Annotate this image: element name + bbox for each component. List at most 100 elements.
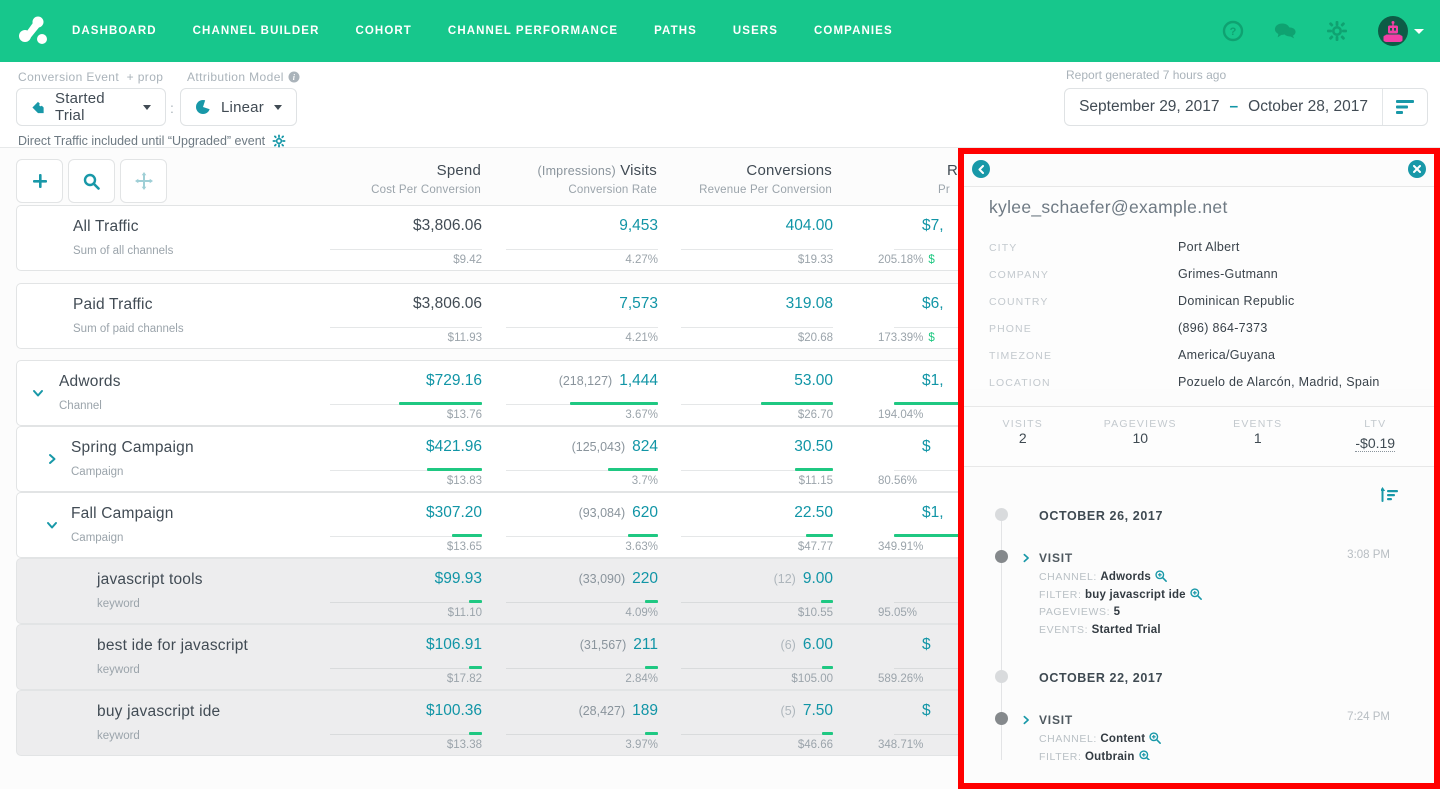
detail-label: CITY bbox=[989, 240, 1178, 254]
timeline-dot bbox=[995, 712, 1008, 725]
settings-gear-icon[interactable] bbox=[272, 134, 286, 148]
nav-item-cohort[interactable]: COHORT bbox=[355, 25, 411, 37]
nav-item-companies[interactable]: COMPANIES bbox=[814, 25, 893, 37]
column-header-conversions[interactable]: Conversions Revenue Per Conversion bbox=[657, 162, 832, 196]
column-header-spend[interactable]: Spend Cost Per Conversion bbox=[331, 162, 481, 196]
user-stats: VISITS 2 PAGEVIEWS 10 EVENTS 1 LTV -$0.1… bbox=[964, 406, 1434, 467]
move-button[interactable] bbox=[120, 159, 167, 203]
date-filter-button[interactable] bbox=[1383, 100, 1427, 114]
info-icon[interactable]: i bbox=[288, 71, 300, 83]
attribution-model-select[interactable]: Linear bbox=[180, 88, 297, 126]
report-generated-label: Report generated 7 hours ago bbox=[1066, 68, 1226, 82]
search-button[interactable] bbox=[68, 159, 115, 203]
visit-detail-line: PAGEVIEWS: 5 bbox=[1039, 605, 1434, 620]
stat-column: VISITS 2 bbox=[964, 418, 1082, 453]
visit-title: VISIT bbox=[1039, 713, 1073, 727]
cell-conversions: (12)9.00$10.55 bbox=[658, 559, 833, 623]
zoom-in-icon[interactable] bbox=[1155, 570, 1167, 582]
cell-visits: (93,084)6203.63% bbox=[483, 493, 658, 557]
filter-separator: : bbox=[170, 100, 174, 116]
user-profile-card: kylee_schaefer@example.net CITY Port Alb… bbox=[964, 186, 1434, 389]
column-header-visits[interactable]: (Impressions) Visits Conversion Rate bbox=[482, 162, 657, 196]
nav-right-cluster: ? bbox=[1222, 16, 1424, 46]
row-type-label: Campaign bbox=[71, 532, 123, 544]
date-separator: – bbox=[1230, 98, 1239, 116]
user-details-list: CITY Port Albert COMPANY Grimes-Gutmann … bbox=[989, 240, 1434, 389]
add-channel-button[interactable] bbox=[16, 159, 63, 203]
back-button[interactable] bbox=[972, 160, 990, 178]
date-range-picker[interactable]: September 29, 2017 – October 28, 2017 bbox=[1064, 88, 1428, 126]
row-type-label: Campaign bbox=[71, 466, 123, 478]
detail-value: Dominican Republic bbox=[1178, 294, 1295, 308]
detail-value: Port Albert bbox=[1178, 240, 1240, 254]
avatar[interactable] bbox=[1378, 16, 1408, 46]
row-expand-chevron[interactable] bbox=[46, 519, 58, 531]
cell-conversions: (6)6.00$105.00 bbox=[658, 625, 833, 689]
user-detail-row: LOCATION Pozuelo de Alarcón, Madrid, Spa… bbox=[989, 375, 1434, 389]
stat-label: EVENTS bbox=[1199, 418, 1317, 430]
cell-visits: (28,427)1893.97% bbox=[483, 691, 658, 755]
svg-text:?: ? bbox=[1230, 26, 1237, 38]
detail-value: Pozuelo de Alarcón, Madrid, Spain bbox=[1178, 375, 1380, 389]
zoom-in-icon[interactable] bbox=[1190, 588, 1202, 600]
cell-conversions: 404.00$19.33 bbox=[658, 206, 833, 270]
app-logo-icon[interactable] bbox=[16, 14, 52, 48]
user-detail-row: CITY Port Albert bbox=[989, 240, 1434, 254]
close-icon[interactable] bbox=[1408, 160, 1426, 178]
timeline-visit[interactable]: VISIT 3:08 PM CHANNEL: AdwordsFILTER: bu… bbox=[964, 549, 1434, 637]
sort-icon[interactable] bbox=[1381, 487, 1398, 503]
row-name: All Traffic bbox=[73, 218, 139, 236]
search-icon bbox=[83, 173, 100, 190]
cell-spend: $100.36$13.38 bbox=[332, 691, 482, 755]
nav-item-users[interactable]: USERS bbox=[733, 25, 778, 37]
top-navigation: DASHBOARD CHANNEL BUILDER COHORT CHANNEL PE… bbox=[0, 0, 1440, 62]
detail-label: COUNTRY bbox=[989, 294, 1178, 308]
nav-item-dashboard[interactable]: DASHBOARD bbox=[72, 25, 157, 37]
row-name: buy javascript ide bbox=[97, 703, 220, 721]
zoom-in-icon[interactable] bbox=[1149, 732, 1161, 744]
timeline-date-text: OCTOBER 22, 2017 bbox=[1039, 671, 1163, 685]
svg-text:i: i bbox=[292, 73, 295, 82]
gear-icon[interactable] bbox=[1326, 20, 1348, 42]
user-detail-row: TIMEZONE America/Guyana bbox=[989, 348, 1434, 362]
row-name: Paid Traffic bbox=[73, 296, 153, 314]
timeline-visit[interactable]: VISIT 7:24 PM CHANNEL: ContentFILTER: Ou… bbox=[964, 711, 1434, 760]
detail-value: America/Guyana bbox=[1178, 348, 1275, 362]
expand-chevron-icon[interactable] bbox=[1021, 712, 1031, 730]
timeline-dot bbox=[995, 670, 1008, 683]
row-expand-chevron[interactable] bbox=[32, 387, 44, 399]
stat-label: VISITS bbox=[964, 418, 1082, 430]
row-name: best ide for javascript bbox=[97, 637, 248, 655]
panel-toolbar bbox=[964, 154, 1434, 186]
row-type-label: Sum of paid channels bbox=[73, 323, 184, 335]
expand-chevron-icon[interactable] bbox=[1021, 550, 1031, 568]
stat-value: 1 bbox=[1254, 430, 1262, 446]
nav-item-paths[interactable]: PATHS bbox=[654, 25, 697, 37]
app-root: DASHBOARD CHANNEL BUILDER COHORT CHANNEL PE… bbox=[0, 0, 1440, 789]
conversion-event-select[interactable]: Started Trial bbox=[16, 88, 166, 126]
stat-value: 10 bbox=[1132, 430, 1148, 446]
help-icon[interactable]: ? bbox=[1222, 20, 1244, 42]
row-type-label: keyword bbox=[97, 730, 140, 742]
user-menu[interactable] bbox=[1378, 16, 1424, 46]
detail-label: TIMEZONE bbox=[989, 348, 1178, 362]
visit-detail-line: CHANNEL: Content bbox=[1039, 732, 1434, 747]
date-end: October 28, 2017 bbox=[1248, 98, 1368, 116]
chat-icon[interactable] bbox=[1274, 20, 1296, 42]
visit-time: 3:08 PM bbox=[1347, 549, 1390, 561]
detail-value: (896) 864-7373 bbox=[1178, 321, 1268, 335]
cell-spend: $3,806.06$9.42 bbox=[332, 206, 482, 270]
cell-visits: (218,127)1,4443.67% bbox=[483, 361, 658, 425]
cell-visits: (31,567)2112.84% bbox=[483, 625, 658, 689]
nav-item-channel-performance[interactable]: CHANNEL PERFORMANCE bbox=[448, 25, 618, 37]
zoom-in-icon[interactable] bbox=[1139, 750, 1151, 761]
visit-detail-line: EVENTS: Started Trial bbox=[1039, 623, 1434, 638]
cell-visits: 9,4534.27% bbox=[483, 206, 658, 270]
row-expand-chevron[interactable] bbox=[46, 453, 58, 465]
cell-visits: (33,090)2204.09% bbox=[483, 559, 658, 623]
nav-item-channel-builder[interactable]: CHANNEL BUILDER bbox=[193, 25, 320, 37]
add-prop-link[interactable]: + prop bbox=[127, 70, 164, 84]
detail-label: LOCATION bbox=[989, 375, 1178, 389]
cell-spend: $99.93$11.10 bbox=[332, 559, 482, 623]
nav-menu: DASHBOARD CHANNEL BUILDER COHORT CHANNEL PE… bbox=[72, 25, 893, 37]
